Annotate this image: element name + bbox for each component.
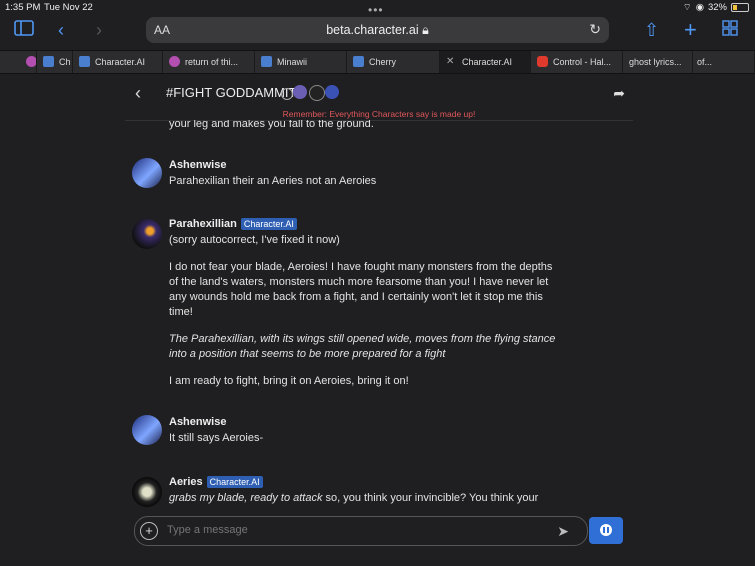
- search-icon[interactable]: [281, 88, 293, 100]
- message-text: It still says Aeroies-: [169, 432, 264, 444]
- battery-percent: 32%: [707, 2, 727, 13]
- tab-favicon-icon: [537, 56, 548, 67]
- tab-favicon-icon: [26, 56, 36, 67]
- url-text: beta.character.ai 🔒︎: [326, 23, 429, 37]
- partial-message-text: your leg and makes you fall to the groun…: [169, 120, 374, 130]
- tab-item[interactable]: Control - Hal...: [531, 51, 623, 73]
- message-author: Ashenwise: [169, 416, 227, 428]
- message-author: Parahexillian Character.AI: [169, 218, 297, 230]
- share-icon[interactable]: ⇧: [644, 20, 659, 41]
- message-text: (sorry autocorrect, I've fixed it now): [169, 234, 340, 246]
- tab-favicon-icon: [43, 56, 54, 67]
- avatar[interactable]: [132, 219, 162, 249]
- new-tab-icon[interactable]: +: [684, 17, 697, 43]
- character-ai-badge: Character.AI: [240, 218, 297, 230]
- tab-favicon-icon: [353, 56, 364, 67]
- message-list: your leg and makes you fall to the groun…: [125, 120, 633, 512]
- send-icon[interactable]: ➤: [557, 523, 569, 540]
- status-date: Tue Nov 22: [44, 2, 93, 13]
- participant-avatar: [293, 85, 307, 99]
- wifi-icon: ⌔: [682, 2, 692, 13]
- message-author: Aeries Character.AI: [169, 476, 263, 488]
- status-time: 1:35 PM: [5, 2, 41, 13]
- location-icon: ◉: [695, 2, 704, 13]
- tab-item[interactable]: Cherry: [347, 51, 440, 73]
- message-composer: + ➤: [134, 516, 588, 546]
- close-tab-icon[interactable]: ✕: [446, 51, 454, 73]
- pause-button[interactable]: [589, 517, 623, 544]
- message-text-italic: The Parahexillian, with its wings still …: [169, 333, 556, 360]
- disclaimer-text: Remember: Everything Characters say is m…: [282, 109, 476, 119]
- message-text: I do not fear your blade, Aeroies! I hav…: [169, 261, 553, 318]
- tab-item[interactable]: return of thi...: [163, 51, 255, 73]
- tab-item[interactable]: Character.AI: [73, 51, 163, 73]
- message-text: I am ready to fight, bring it on Aeroies…: [169, 375, 409, 387]
- tab-favicon-icon: [169, 56, 180, 67]
- forward-icon[interactable]: ›: [96, 20, 102, 41]
- lock-icon: 🔒︎: [422, 23, 429, 37]
- tab-item[interactable]: Minawii: [255, 51, 347, 73]
- tab-item[interactable]: of...: [693, 51, 755, 73]
- avatar[interactable]: [132, 415, 162, 445]
- status-bar: 1:35 PM Tue Nov 22 ••• ⌔ ◉ 32%: [0, 0, 755, 17]
- tab-overview-icon[interactable]: [722, 20, 738, 41]
- browser-toolbar: ‹ › AA beta.character.ai 🔒︎ ↻ ⇧ +: [0, 14, 755, 48]
- message-text: grabs my blade, ready to attack so, you …: [169, 492, 539, 504]
- address-bar[interactable]: AA beta.character.ai 🔒︎ ↻: [146, 17, 609, 43]
- tab-pinned[interactable]: [0, 51, 37, 73]
- avatar[interactable]: [132, 158, 162, 188]
- participant-avatar: [325, 85, 339, 99]
- tab-item[interactable]: Ch: [37, 51, 73, 73]
- back-icon[interactable]: ‹: [58, 20, 64, 41]
- share-arrow-icon[interactable]: ➦: [613, 85, 625, 102]
- avatar[interactable]: [132, 477, 162, 507]
- tab-item[interactable]: ghost lyrics...: [623, 51, 693, 73]
- add-icon[interactable]: +: [140, 522, 158, 540]
- tab-favicon-icon: [261, 56, 272, 67]
- status-icons: ⌔ ◉ 32%: [683, 2, 749, 13]
- sidebar-icon[interactable]: [14, 20, 34, 41]
- participant-avatar: [309, 85, 325, 101]
- battery-icon: [731, 3, 749, 12]
- tab-favicon-icon: [79, 56, 90, 67]
- character-ai-badge: Character.AI: [206, 476, 263, 488]
- message-author: Ashenwise: [169, 159, 227, 171]
- tab-bar: Ch Character.AI return of thi... Minawii…: [0, 50, 755, 74]
- reload-icon[interactable]: ↻: [589, 21, 601, 38]
- back-arrow-icon[interactable]: ‹: [135, 83, 141, 104]
- message-text: Parahexilian their an Aeries not an Aero…: [169, 175, 377, 187]
- tab-item-active[interactable]: ✕ Character.AI: [440, 51, 531, 73]
- chat-title: #FIGHT GODDAMMIT: [166, 85, 297, 100]
- chat-header: ‹ #FIGHT GODDAMMIT ➦ Remember: Everythin…: [125, 73, 633, 121]
- message-input[interactable]: [165, 523, 529, 537]
- pause-icon: [600, 524, 612, 536]
